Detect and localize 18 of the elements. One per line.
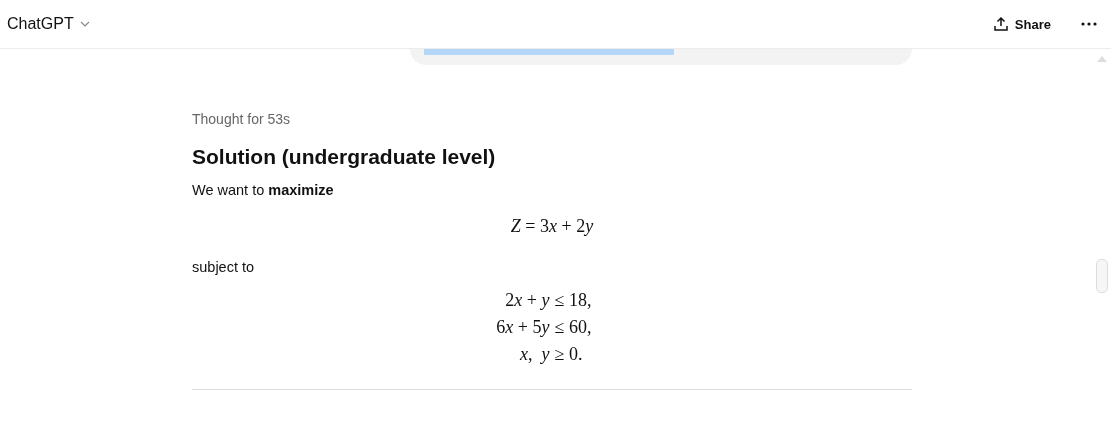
thought-duration[interactable]: Thought for 53s xyxy=(192,111,912,127)
math-expression: 6x + 5y xyxy=(496,316,550,338)
scrollbar-thumb[interactable] xyxy=(1096,259,1108,293)
scroll-up-icon[interactable] xyxy=(1096,55,1108,63)
math-expression: x, y xyxy=(520,343,550,365)
math-expression: ≤ 60, xyxy=(554,316,592,338)
math-equation: Z = 3x + 2y xyxy=(510,216,594,236)
paragraph: subject to xyxy=(192,259,256,275)
share-button[interactable]: Share xyxy=(992,16,1051,32)
chevron-down-icon xyxy=(79,21,90,27)
upload-icon xyxy=(992,16,1009,32)
math-expression: ≥ 0. xyxy=(554,343,583,365)
math-expression: 2x + y xyxy=(505,289,550,311)
paragraph: We want to maximize xyxy=(192,182,335,198)
section-heading: Solution (undergraduate level) xyxy=(192,145,497,169)
math-expression: ≤ 18, xyxy=(554,289,592,311)
more-icon[interactable] xyxy=(1081,22,1097,26)
model-selector[interactable]: ChatGPT xyxy=(7,15,90,33)
